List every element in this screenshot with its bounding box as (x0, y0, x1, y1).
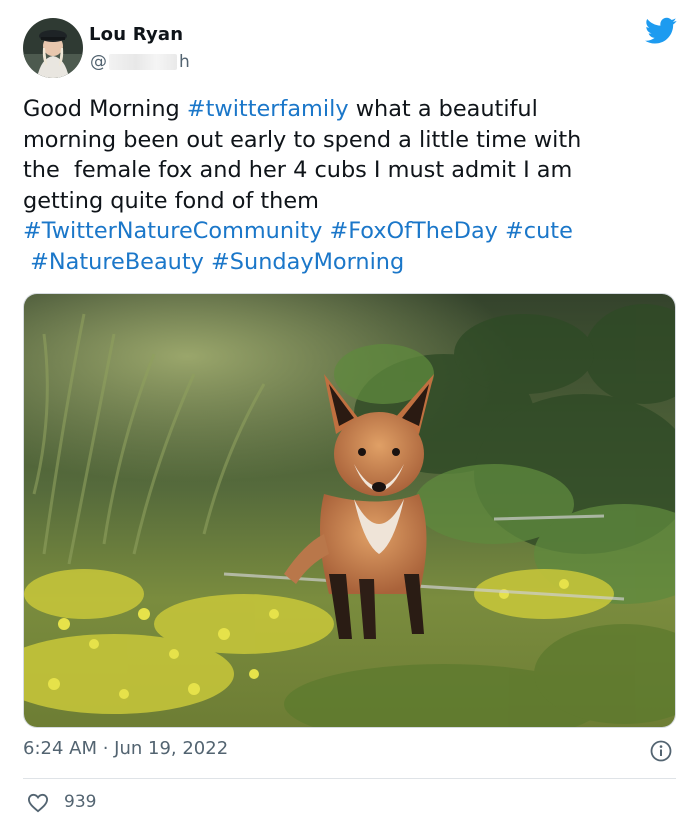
avatar-image (23, 18, 83, 78)
author-name[interactable]: Lou Ryan (89, 24, 183, 45)
tweet-text-segment: Good Morning (23, 96, 187, 122)
handle-prefix: @ (90, 52, 107, 72)
hashtag-link[interactable]: #FoxOfTheDay (329, 218, 497, 244)
twitter-bird-icon[interactable] (645, 17, 677, 45)
like-count[interactable]: 939 (64, 792, 96, 812)
tweet-text-segment (204, 249, 211, 275)
hashtag-link[interactable]: #NatureBeauty (30, 249, 204, 275)
info-icon[interactable] (650, 740, 672, 762)
hashtag-link[interactable]: #twitterfamily (187, 96, 349, 122)
divider (23, 778, 676, 779)
hashtag-link[interactable]: #TwitterNatureCommunity (23, 218, 322, 244)
hashtag-link[interactable]: #SundayMorning (211, 249, 404, 275)
hashtag-link[interactable]: #cute (505, 218, 573, 244)
tweet-photo[interactable] (23, 293, 676, 728)
fox-photo (24, 294, 675, 727)
heart-icon[interactable] (27, 793, 49, 813)
tweet-timestamp[interactable]: 6:24 AM · Jun 19, 2022 (23, 738, 228, 759)
author-handle[interactable]: @ h (90, 52, 190, 72)
tweet-text: Good Morning #twitterfamily what a beaut… (23, 94, 683, 278)
tweet-text-segment (498, 218, 505, 244)
avatar[interactable] (23, 18, 83, 78)
handle-redaction (109, 54, 177, 70)
handle-suffix: h (179, 52, 190, 72)
